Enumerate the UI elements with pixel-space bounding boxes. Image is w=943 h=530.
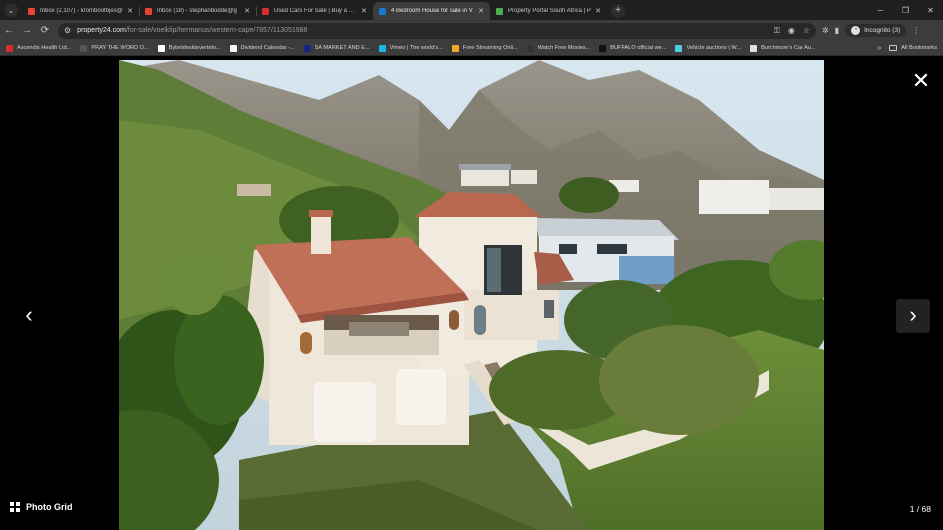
close-tab-icon[interactable]: ✕ — [361, 7, 367, 15]
folder-icon — [889, 45, 898, 51]
bookmark-favicon-icon — [526, 44, 534, 52]
bookmark-item[interactable]: Free Streaming Onli... — [451, 44, 518, 52]
address-bar[interactable]: ⚙ property24.com /for-sale/voelklip/herm… — [58, 22, 816, 39]
gmail-icon — [28, 7, 35, 15]
browser-toolbar: ← → ⟳ ⚙ property24.com /for-sale/voelkli… — [0, 20, 943, 41]
bookmark-label: PRAY THE WORD O... — [91, 45, 149, 51]
bookmark-label: Bybeldeskteverteln... — [168, 45, 221, 51]
listing-photo — [119, 60, 824, 530]
bookmark-favicon-icon — [378, 44, 386, 52]
new-tab-button[interactable]: + — [611, 4, 625, 18]
bookmark-label: Burchmore's Car Au... — [761, 45, 816, 51]
bookmark-label: Free Streaming Onli... — [462, 45, 518, 51]
bookmark-label: Watch Free Movies... — [537, 45, 591, 51]
tab-list: Inbox (2,107) - krombootbjes@ ✕ Inbox (18)… — [22, 0, 607, 20]
close-viewer-button[interactable]: ✕ — [910, 70, 932, 93]
bookmark-item[interactable]: Bybeldeskteverteln... — [157, 44, 221, 52]
photo-viewer: ✕ ‹ › Photo Grid 1 / 68 — [0, 56, 943, 530]
next-photo-button[interactable]: › — [896, 299, 930, 333]
browser-tab[interactable]: Inbox (2,107) - krombootbjes@ ✕ — [22, 2, 139, 20]
reload-icon[interactable]: ⟳ — [36, 22, 54, 40]
gmail-icon — [145, 7, 152, 15]
bookmark-item[interactable]: SA MARKET AND E... — [303, 44, 370, 52]
bookmark-favicon-icon — [229, 44, 237, 52]
all-bookmarks-label: All Bookmarks — [901, 45, 937, 51]
bookmark-item[interactable]: Dividend Calendar -... — [229, 44, 295, 52]
bookmark-favicon-icon — [80, 44, 88, 52]
tab-title: Used Cars For Sale | Buy a Seco — [274, 8, 358, 14]
bookmark-label: Vehicle auctions | W... — [686, 45, 742, 51]
bookmark-favicon-icon — [599, 44, 607, 52]
browser-tab[interactable]: Used Cars For Sale | Buy a Seco ✕ — [256, 2, 373, 20]
eye-off-icon[interactable]: ◉ — [788, 26, 795, 36]
bookmark-label: Dividend Calendar -... — [240, 45, 295, 51]
photo-grid-label: Photo Grid — [26, 502, 73, 512]
browser-tab[interactable]: 4 Bedroom House for sale in V ✕ — [373, 2, 490, 20]
browser-tab[interactable]: Inbox (18) - stephanbodde@g ✕ — [139, 2, 256, 20]
forward-icon[interactable]: → — [18, 22, 36, 40]
bookmark-list: Ascendis Health Ltd... PRAY THE WORD O...… — [6, 44, 825, 52]
browser-tab[interactable]: Property Portal South Africa | P ✕ — [490, 2, 607, 20]
bookmark-favicon-icon — [6, 44, 13, 52]
url-host: property24.com — [77, 27, 126, 34]
incognito-badge[interactable]: ◔ Incognito (3) — [845, 24, 907, 37]
photo-grid-button[interactable]: Photo Grid — [10, 502, 73, 512]
bookmark-favicon-icon — [303, 44, 311, 52]
cars-icon — [262, 7, 269, 15]
photo-counter: 1 / 68 — [909, 504, 931, 514]
side-panel-icon[interactable]: ▮ — [835, 26, 839, 35]
key-icon[interactable]: ⚿ — [774, 26, 780, 36]
incognito-label: Incognito (3) — [864, 27, 901, 34]
bookmark-item[interactable]: BUFFALO official we... — [599, 44, 667, 52]
bookmark-item[interactable]: PRAY THE WORD O... — [80, 44, 149, 52]
bookmarks-overflow-icon[interactable]: » — [877, 45, 881, 52]
tab-title: Property Portal South Africa | P — [508, 8, 591, 14]
house-photo-image — [119, 60, 824, 530]
back-icon[interactable]: ← — [0, 22, 18, 40]
previous-photo-button[interactable]: ‹ — [14, 299, 44, 333]
window-controls: ─ ❐ ✕ — [868, 0, 943, 20]
incognito-icon: ◔ — [851, 26, 861, 35]
tab-title: Inbox (18) - stephanbodde@g — [157, 8, 237, 14]
tab-search-button[interactable]: ⌄ — [4, 3, 18, 17]
tab-title: Inbox (2,107) - krombootbjes@ — [40, 8, 123, 14]
tab-strip: ⌄ Inbox (2,107) - krombootbjes@ ✕ Inbox (1… — [0, 0, 943, 20]
bookmark-label: Vimeo | The world's... — [389, 45, 443, 51]
bookmark-favicon-icon — [451, 44, 459, 52]
bookmarks-bar: Ascendis Health Ltd... PRAY THE WORD O...… — [0, 41, 943, 56]
close-window-icon[interactable]: ✕ — [918, 0, 943, 20]
bookmark-label: Ascendis Health Ltd... — [17, 45, 72, 51]
bookmark-item[interactable]: Vimeo | The world's... — [378, 44, 443, 52]
bookmark-favicon-icon — [157, 44, 165, 52]
bookmark-item[interactable]: Watch Free Movies... — [526, 44, 591, 52]
site-info-icon[interactable]: ⚙ — [64, 26, 71, 35]
bookmark-item[interactable]: Vehicle auctions | W... — [675, 44, 742, 52]
restore-icon[interactable]: ❐ — [893, 0, 918, 20]
bookmark-favicon-icon — [675, 44, 683, 52]
close-tab-icon[interactable]: ✕ — [595, 7, 601, 15]
minimize-icon[interactable]: ─ — [868, 0, 893, 20]
close-tab-icon[interactable]: ✕ — [127, 7, 133, 15]
bookmark-label: SA MARKET AND E... — [314, 45, 370, 51]
bookmark-star-icon[interactable]: ☆ — [803, 26, 810, 36]
extensions-icon[interactable]: ✲ — [822, 26, 829, 35]
all-bookmarks-button[interactable]: All Bookmarks — [889, 45, 937, 51]
close-tab-icon[interactable]: ✕ — [244, 7, 250, 15]
bookmark-item[interactable]: Burchmore's Car Au... — [750, 44, 816, 52]
url-path: /for-sale/voelklip/hermanus/western-cape… — [125, 27, 308, 34]
tab-title: 4 Bedroom House for sale in V — [391, 8, 473, 14]
bookmark-item[interactable]: Ascendis Health Ltd... — [6, 44, 72, 52]
bookmark-label: BUFFALO official we... — [610, 45, 667, 51]
menu-icon[interactable]: ⋮ — [912, 26, 920, 35]
private-property-icon — [496, 7, 503, 15]
property24-icon — [379, 7, 386, 15]
bookmark-favicon-icon — [750, 44, 758, 52]
grid-icon — [10, 502, 20, 512]
close-tab-icon[interactable]: ✕ — [478, 7, 484, 15]
